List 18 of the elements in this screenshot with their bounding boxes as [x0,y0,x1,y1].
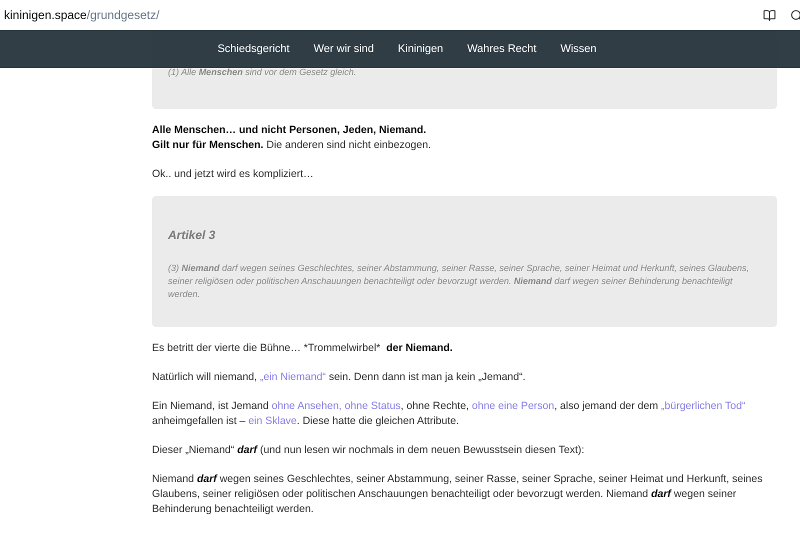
paragraph: Alle Menschen… und nicht Personen, Jeden, Niemand. Gilt nur für Menschen. Die anderen sind nicht einbezogen. [152,123,432,153]
paragraph: Ok.. und jetzt wird es kompliziert… [152,167,315,182]
reader-view-icon[interactable] [763,8,776,22]
quote-text: (3) Niemand darf wegen seines Geschlechtes, seiner Abstammung, seiner Rasse, seiner Sprache, seiner Heimat und Herkunft, seines Glaubens, seiner religiösen oder politischen Anschauungen benachteiligt oder bevorzugt werden. Niemand darf wegen seiner Behinderung benachteiligt werden. [168,262,750,301]
nav-link[interactable]: Wahres Recht [467,40,536,58]
paragraph: Niemand darf wegen seines Geschlechtes, seiner Abstammung, seiner Rasse, seiner Sprache, seiner Heimat und Herkunft, seines Glaubens, seiner religiösen oder politischen Anschauungen benachteiligt oder bevorzugt werden. Niemand darf wegen seiner Behinderung benachteiligt werden. [152,472,764,517]
nav-link[interactable]: Schiedsgericht [217,40,290,58]
paragraph: Natürlich will niemand, „ein Niemand“ sein. Denn dann ist man ja kein „Jemand“. [152,370,527,385]
paragraph: Es betritt der vierte die Bühne… *Trommelwirbel* der Niemand. [152,341,454,356]
paragraph: Ein Niemand, ist Jemand ohne Ansehen, ohne Status, ohne Rechte, ohne eine Person, also jemand der dem „bürgerlichen Tod“ anheimgefallen ist – ein Sklave. Diese hatte die gleichen Attribute. [152,399,746,429]
nav-link[interactable]: Wer wir sind [314,40,374,58]
paragraph: Dieser „Niemand“ darf (und nun lesen wir nochmals in dem neuen Bewusstsein diesen Text): [152,443,586,458]
search-icon[interactable] [790,8,800,22]
quote-title: Artikel 3 [168,227,216,244]
nav-link[interactable]: Wissen [560,40,597,58]
nav-link[interactable]: Kininigen [398,40,444,58]
quote-text: (1) Alle Menschen sind vor dem Gesetz gleich. [168,66,358,79]
url-text[interactable]: kininigen.space/grundgesetz/ [4,6,160,24]
